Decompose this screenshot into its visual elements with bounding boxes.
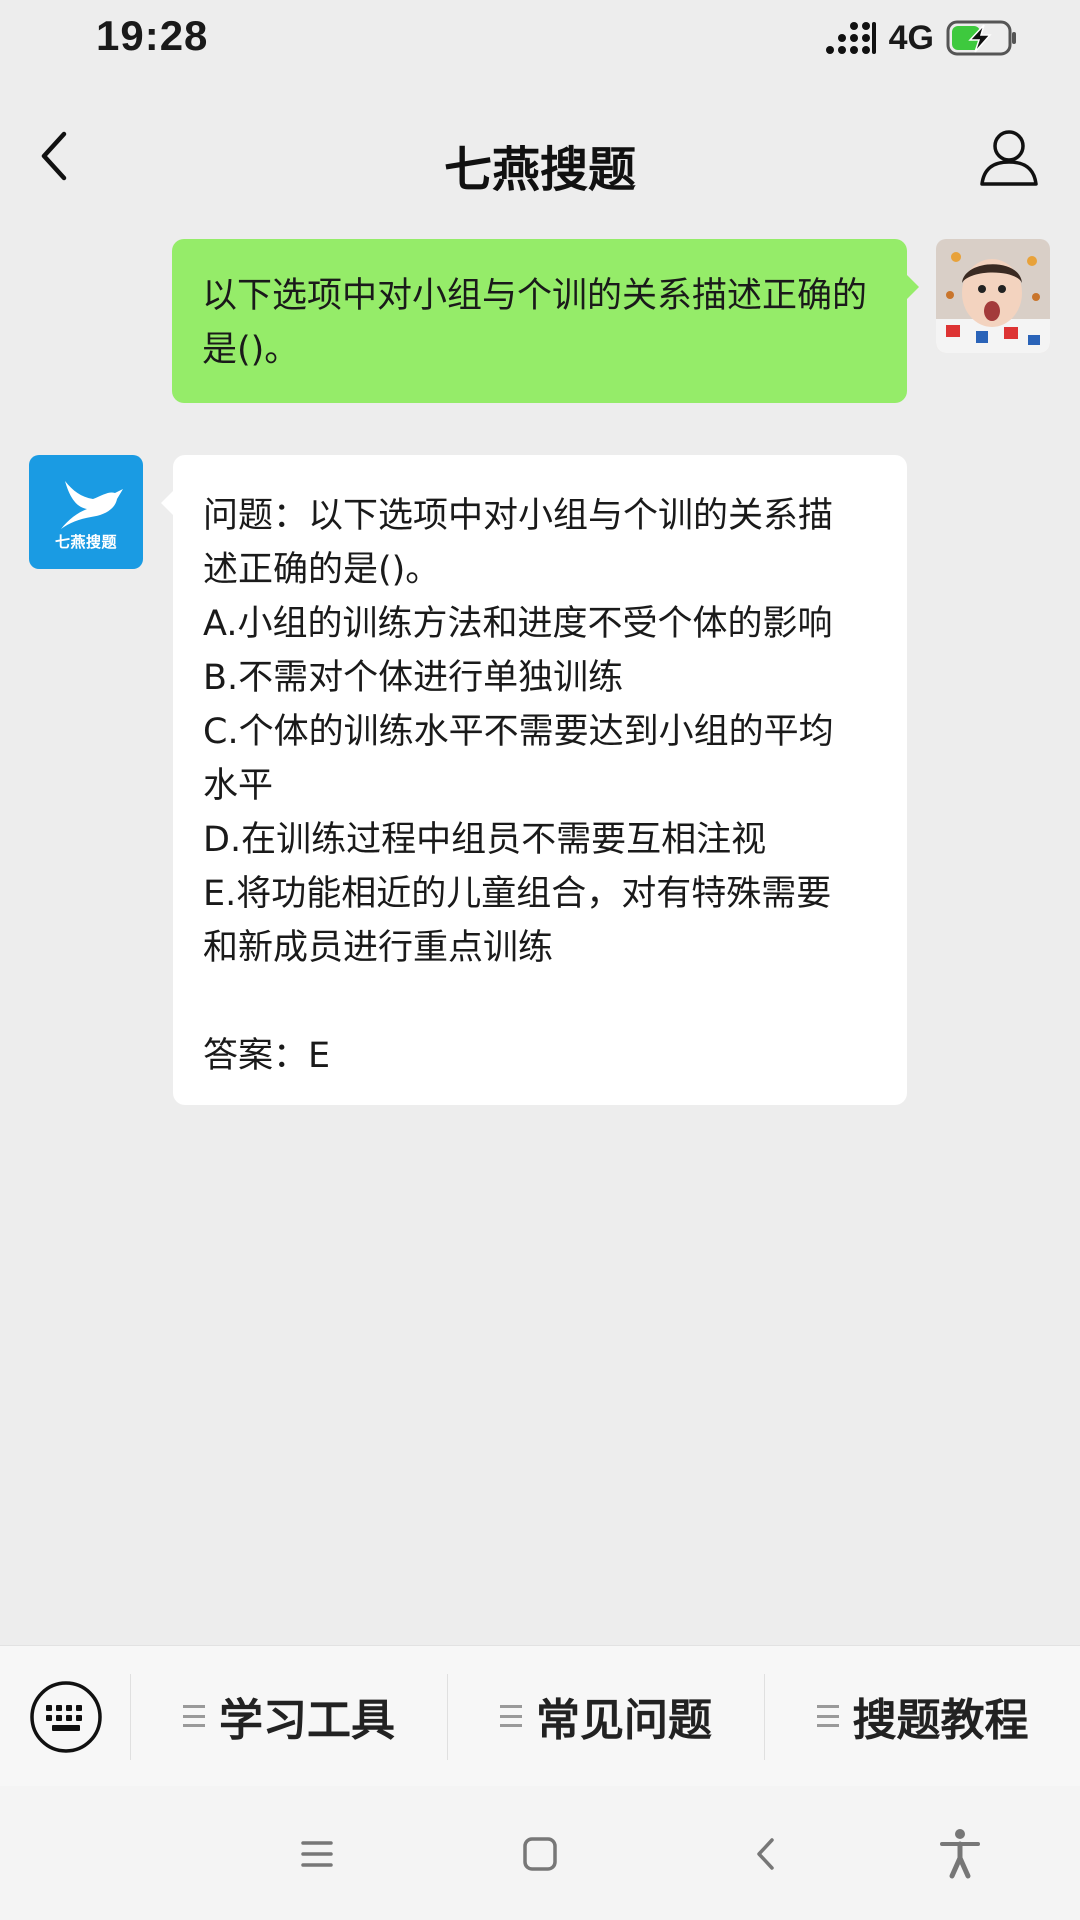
option-e-cont: 和新成员进行重点训练 (203, 928, 554, 968)
battery-charging-icon (946, 20, 1016, 56)
menu-label: 搜题教程 (852, 1695, 1029, 1746)
menu-lines-icon (183, 1705, 205, 1727)
option-e: E.将功能相近的儿童组合，对有特殊需要 (203, 874, 832, 914)
signal-icon (825, 22, 876, 54)
option-a: A.小组的训练方法和进度不受个体的影响 (203, 604, 833, 644)
option-d: D.在训练过程中组员不需要互相注视 (203, 820, 767, 860)
bot-line: 问题：以下选项中对小组与个训的关系描 (203, 496, 834, 536)
back-icon[interactable] (737, 1824, 797, 1884)
nav-bar: 七燕搜题 (0, 100, 1080, 220)
baby-photo-icon (936, 239, 1050, 353)
bot-avatar[interactable]: 七燕搜题 (29, 455, 143, 569)
bot-avatar-label: 七燕搜题 (54, 533, 117, 551)
status-time: 19:28 (96, 12, 209, 59)
option-b: B.不需对个体进行单独训练 (203, 658, 624, 698)
page-title: 七燕搜题 (443, 142, 636, 198)
menu-lines-icon (816, 1705, 839, 1727)
menu-label: 常见问题 (536, 1695, 712, 1746)
menu-item-study-tools[interactable]: 学习工具 (131, 1646, 447, 1786)
option-c: C.个体的训练水平不需要达到小组的平均 (203, 712, 834, 752)
option-c-cont: 水平 (203, 766, 274, 806)
user-avatar[interactable] (936, 239, 1050, 353)
answer-spacer (203, 975, 879, 1029)
bot-message-bubble[interactable]: 问题：以下选项中对小组与个训的关系描 述正确的是()。 A.小组的训练方法和进度… (161, 455, 907, 1105)
profile-icon[interactable] (974, 122, 1044, 192)
keyboard-icon[interactable] (28, 1679, 104, 1755)
menu-lines-icon (500, 1705, 522, 1727)
accessibility-icon[interactable] (930, 1824, 990, 1884)
system-nav-bar (0, 1786, 1080, 1920)
menu-label: 学习工具 (219, 1695, 395, 1746)
home-icon[interactable] (510, 1824, 570, 1884)
chat-screen: 19:28 4G 七燕搜题 以下选项中对小组与个训的关系描述正确的是()。 七燕… (0, 0, 1080, 1920)
user-message-bubble[interactable]: 以下选项中对小组与个训的关系描述正确的是()。 (172, 239, 919, 403)
bot-line: 述正确的是()。 (203, 550, 441, 590)
recents-icon[interactable] (287, 1824, 347, 1884)
network-type: 4G (888, 18, 934, 57)
status-indicators: 4G (825, 18, 1018, 58)
menu-item-search-tutorial[interactable]: 搜题教程 (765, 1646, 1080, 1786)
bottom-menu-bar: 学习工具 常见问题 搜题教程 (0, 1645, 1080, 1786)
answer-text: 答案：E (203, 1036, 331, 1076)
status-bar: 19:28 4G (0, 0, 1080, 72)
menu-item-faq[interactable]: 常见问题 (448, 1646, 764, 1786)
